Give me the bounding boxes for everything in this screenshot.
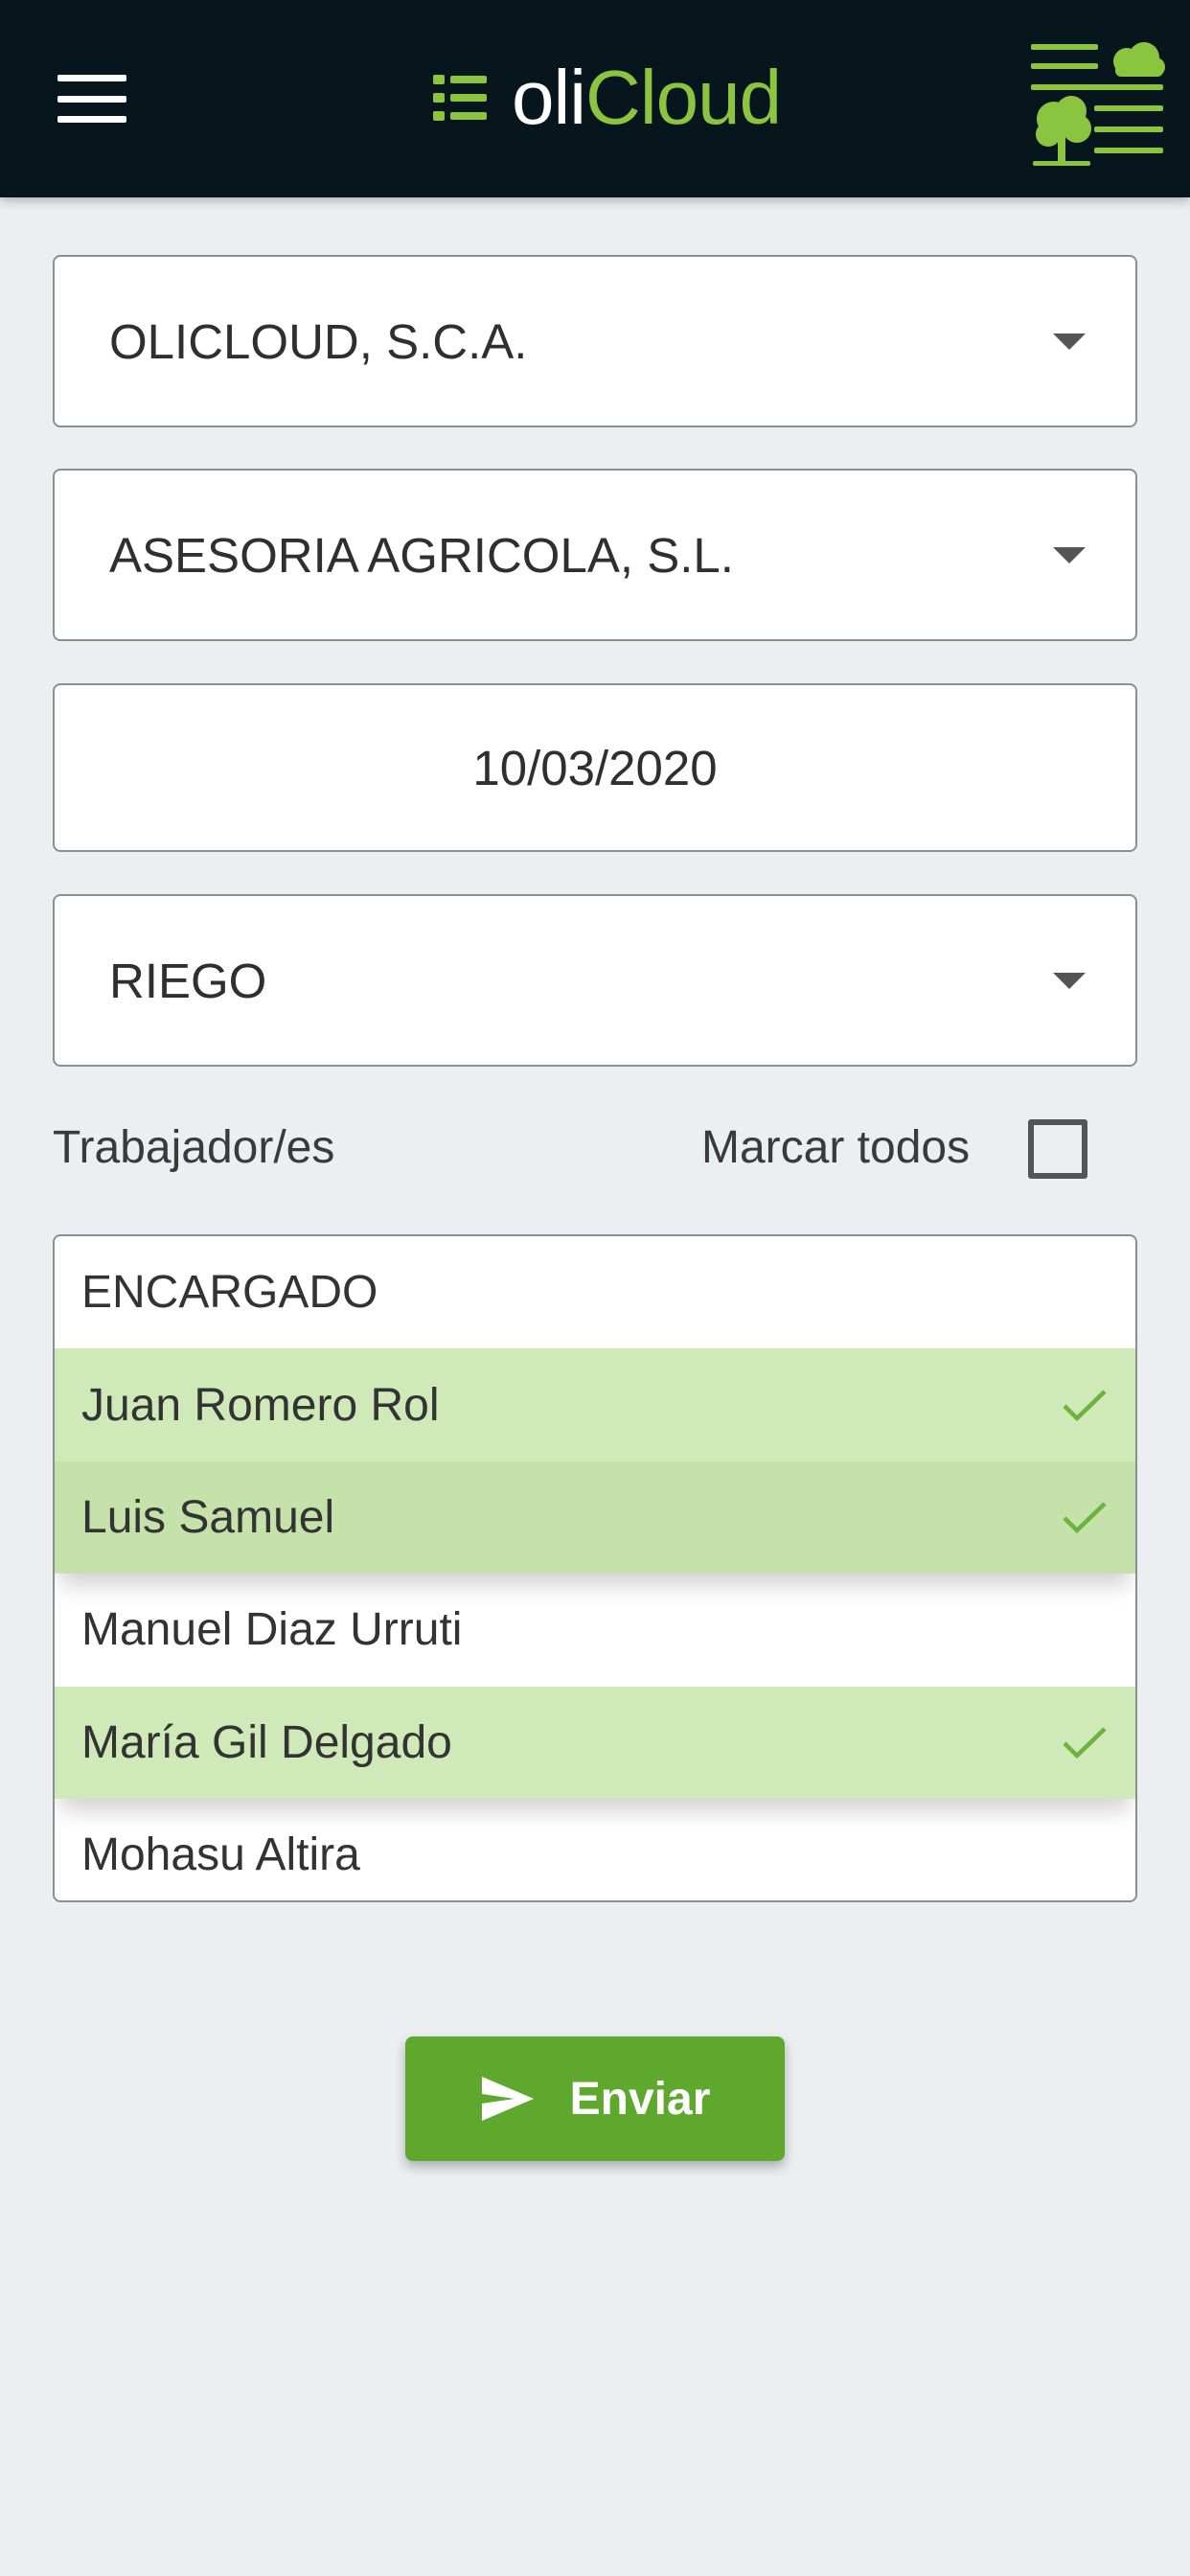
chevron-down-icon: [1053, 972, 1086, 989]
chevron-down-icon: [1053, 333, 1086, 350]
date-field[interactable]: 10/03/2020: [53, 683, 1137, 852]
brand-prefix: oli: [512, 55, 586, 140]
task-value: RIEGO: [109, 953, 267, 1008]
client-value: ASESORIA AGRICOLA, S.L.: [109, 527, 734, 583]
check-icon: [1063, 1390, 1107, 1422]
chevron-down-icon: [1053, 546, 1086, 564]
worker-name: Mohasu Altira: [81, 1829, 360, 1881]
list-item[interactable]: ENCARGADO: [55, 1236, 1135, 1348]
date-value: 10/03/2020: [472, 740, 718, 795]
send-icon: [481, 2077, 534, 2121]
olive-grove-logo-icon: [1031, 42, 1165, 166]
company-select[interactable]: OLICLOUD, S.C.A.: [53, 255, 1137, 427]
worker-name: Manuel Diaz Urruti: [81, 1604, 463, 1656]
worker-name: Luis Samuel: [81, 1491, 335, 1543]
worker-name: ENCARGADO: [81, 1267, 378, 1319]
task-select[interactable]: RIEGO: [53, 894, 1137, 1067]
list-item[interactable]: María Gil Delgado: [55, 1686, 1135, 1799]
check-icon: [1063, 1727, 1107, 1760]
brand-name: oliCloud: [512, 59, 782, 136]
send-button[interactable]: Enviar: [405, 2036, 785, 2161]
menu-icon[interactable]: [54, 67, 130, 130]
worker-name: Juan Romero Rol: [81, 1379, 440, 1431]
send-label: Enviar: [569, 2073, 711, 2125]
list-item[interactable]: Manuel Diaz Urruti: [55, 1574, 1135, 1686]
list-item[interactable]: Luis Samuel: [55, 1460, 1135, 1575]
brand-suffix: Cloud: [585, 55, 782, 140]
workers-label: Trabajador/es: [53, 1122, 335, 1173]
check-icon: [1063, 1502, 1107, 1534]
mark-all-checkbox[interactable]: [1028, 1119, 1087, 1179]
list-item[interactable]: Juan Romero Rol: [55, 1348, 1135, 1461]
app-bar: oliCloud: [0, 0, 1190, 197]
client-select[interactable]: ASESORIA AGRICOLA, S.L.: [53, 469, 1137, 641]
app-brand: oliCloud: [431, 50, 782, 146]
worker-name: María Gil Delgado: [81, 1716, 452, 1768]
workers-list: ENCARGADO Juan Romero Rol Luis Samuel Ma…: [53, 1234, 1137, 1902]
company-value: OLICLOUD, S.C.A.: [109, 313, 528, 369]
mark-all-label: Marcar todos: [701, 1122, 971, 1173]
list-item[interactable]: Mohasu Altira: [55, 1799, 1135, 1900]
list-icon: [433, 75, 487, 121]
